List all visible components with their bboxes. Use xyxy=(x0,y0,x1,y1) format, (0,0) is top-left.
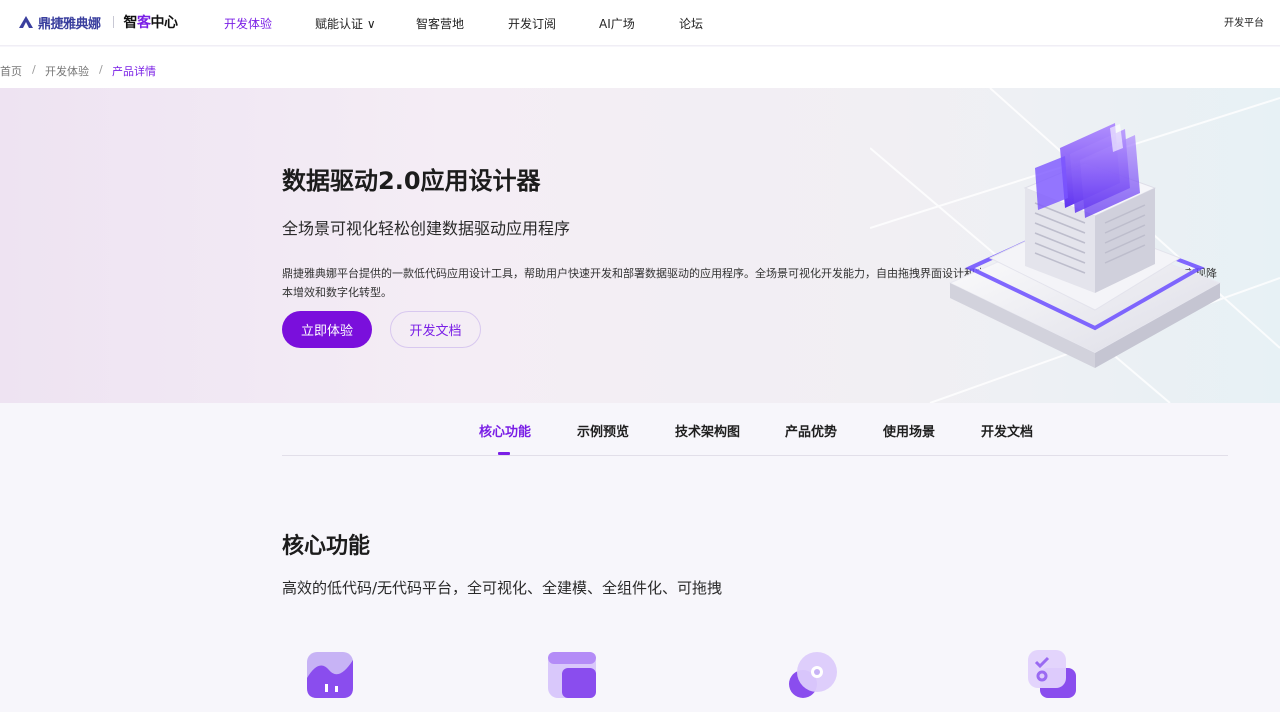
server-illustration-icon xyxy=(870,88,1280,403)
hero-subtitle: 全场景可视化轻松创建数据驱动应用程序 xyxy=(282,219,571,238)
top-navigation: 鼎捷雅典娜 智客中心 开发体验 赋能认证 ∨ 智客营地 开发订阅 AI广场 论坛… xyxy=(0,0,1280,46)
checklist-icon xyxy=(1028,650,1076,698)
nav-item-camp[interactable]: 智客营地 xyxy=(416,15,464,32)
chart-card-icon xyxy=(307,652,353,698)
brand-name: 鼎捷雅典娜 xyxy=(38,16,101,32)
tabs-divider xyxy=(282,455,1228,456)
nav-item-ai-plaza[interactable]: AI广场 xyxy=(599,15,635,32)
nav-item-forum[interactable]: 论坛 xyxy=(679,15,703,32)
nav-item-subscription[interactable]: 开发订阅 xyxy=(508,15,556,32)
tab-advantages[interactable]: 产品优势 xyxy=(785,421,837,440)
breadcrumb-home[interactable]: 首页 xyxy=(0,63,22,79)
athena-logo-icon xyxy=(19,16,33,28)
brand-logo[interactable]: 鼎捷雅典娜 智客中心 xyxy=(18,12,178,32)
dev-platform-link[interactable]: 开发平台 xyxy=(1224,14,1264,29)
nav-item-certification[interactable]: 赋能认证 ∨ xyxy=(315,15,376,32)
section-title: 核心功能 xyxy=(282,534,371,559)
tab-architecture[interactable]: 技术架构图 xyxy=(675,421,740,440)
disc-icon xyxy=(789,652,837,698)
try-now-button[interactable]: 立即体验 xyxy=(282,311,372,348)
brand-center-title: 智客中心 xyxy=(123,15,179,31)
tab-core-features[interactable]: 核心功能 xyxy=(479,421,531,440)
breadcrumb: 首页 / 开发体验 / 产品详情 xyxy=(0,47,1280,88)
brand-divider xyxy=(112,16,114,28)
tab-example-preview[interactable]: 示例预览 xyxy=(577,421,629,440)
breadcrumb-dev-experience[interactable]: 开发体验 xyxy=(45,63,89,79)
tab-use-cases[interactable]: 使用场景 xyxy=(883,421,935,440)
tab-dev-docs[interactable]: 开发文档 xyxy=(981,421,1033,440)
breadcrumb-separator: / xyxy=(99,63,103,76)
layout-grid-icon xyxy=(548,652,596,698)
section-tabs: 核心功能 示例预览 技术架构图 产品优势 使用场景 开发文档 xyxy=(0,403,1280,456)
page-title: 数据驱动2.0应用设计器 xyxy=(282,167,541,195)
dev-docs-button[interactable]: 开发文档 xyxy=(390,311,481,348)
hero-banner: 数据驱动2.0应用设计器 全场景可视化轻松创建数据驱动应用程序 鼎捷雅典娜平台提… xyxy=(0,88,1280,403)
breadcrumb-current: 产品详情 xyxy=(112,65,156,78)
nav-item-dev-experience[interactable]: 开发体验 xyxy=(224,15,272,32)
section-subtitle: 高效的低代码/无代码平台，全可视化、全建模、全组件化、可拖拽 xyxy=(282,579,723,597)
breadcrumb-separator: / xyxy=(32,63,36,76)
